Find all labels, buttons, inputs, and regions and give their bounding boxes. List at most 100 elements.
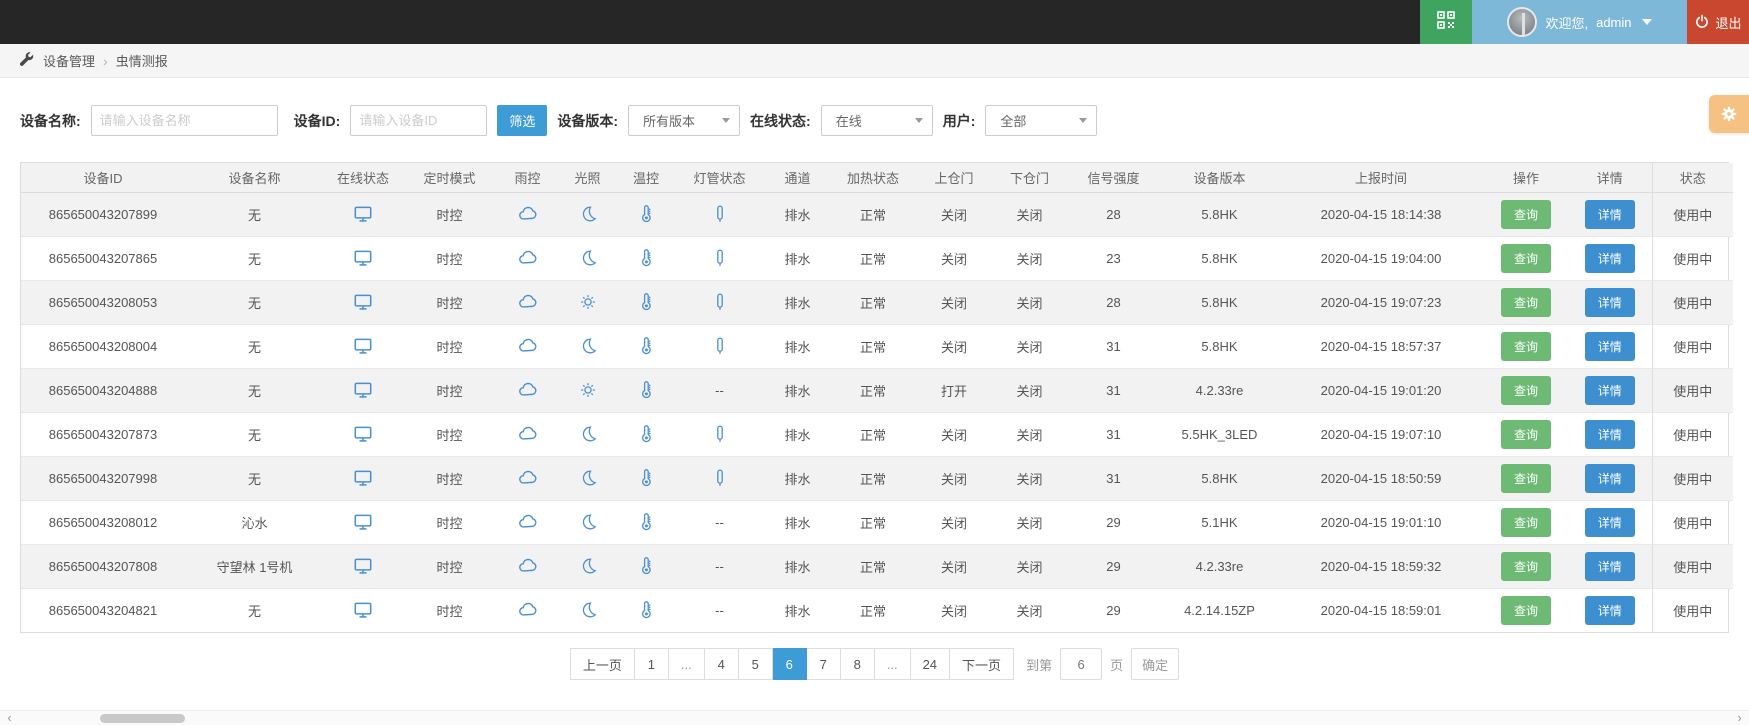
device-name-input[interactable] bbox=[90, 105, 278, 136]
goto-confirm-button[interactable]: 确定 bbox=[1131, 648, 1180, 680]
page-number-button[interactable]: 7 bbox=[806, 648, 841, 680]
monitor-icon bbox=[352, 423, 374, 445]
query-button[interactable]: 查询 bbox=[1500, 243, 1551, 273]
query-button[interactable]: 查询 bbox=[1500, 331, 1551, 361]
thermometer-icon bbox=[636, 468, 656, 488]
timer-mode-cell: 时控 bbox=[402, 456, 497, 501]
settings-tab-button[interactable] bbox=[1709, 95, 1749, 133]
signal-strength-cell: 31 bbox=[1066, 412, 1161, 457]
detail-button[interactable]: 详情 bbox=[1584, 507, 1635, 537]
query-button[interactable]: 查询 bbox=[1500, 287, 1551, 317]
breadcrumb-item[interactable]: 设备管理 bbox=[43, 51, 95, 70]
device-version-cell: 5.8HK bbox=[1161, 280, 1278, 325]
detail-button[interactable]: 详情 bbox=[1584, 463, 1635, 493]
prev-page-button[interactable]: 上一页 bbox=[569, 648, 635, 680]
scroll-right-arrow-icon[interactable]: › bbox=[1732, 711, 1747, 725]
signal-strength-cell: 31 bbox=[1066, 368, 1161, 413]
upper-door-cell: 关闭 bbox=[915, 500, 993, 545]
table-row: 865650043204821 无 时控 -- 排水 正常 关闭 关闭 29 4… bbox=[21, 588, 1733, 632]
page-number-button[interactable]: 5 bbox=[738, 648, 773, 680]
column-header: 加热状态 bbox=[831, 163, 915, 193]
signal-strength-cell: 28 bbox=[1066, 192, 1161, 237]
logout-button[interactable]: 退出 bbox=[1687, 0, 1749, 44]
report-time-cell: 2020-04-15 18:59:32 bbox=[1278, 544, 1484, 589]
table-row: 865650043208012 沁水 时控 -- 排水 正常 关闭 关闭 29 … bbox=[21, 500, 1733, 545]
page-number-button[interactable]: 4 bbox=[704, 648, 739, 680]
power-icon bbox=[1694, 13, 1710, 32]
detail-button[interactable]: 详情 bbox=[1584, 419, 1635, 449]
device-id-cell: 865650043204888 bbox=[21, 368, 185, 413]
column-header: 下仓门 bbox=[993, 163, 1066, 193]
lower-door-cell: 关闭 bbox=[993, 412, 1066, 457]
query-button[interactable]: 查询 bbox=[1500, 463, 1551, 493]
page-number-button[interactable]: 8 bbox=[840, 648, 875, 680]
device-id-cell: 865650043207873 bbox=[21, 412, 185, 457]
online-status-value: 在线 bbox=[835, 114, 862, 129]
column-header: 雨控 bbox=[497, 163, 558, 193]
scroll-left-arrow-icon[interactable]: ‹ bbox=[2, 711, 17, 725]
welcome-text: 欢迎您, bbox=[1545, 15, 1589, 31]
page-number-button[interactable]: 24 bbox=[910, 648, 951, 680]
channel-cell: 排水 bbox=[784, 603, 811, 619]
lower-door-cell: 关闭 bbox=[993, 500, 1066, 545]
online-status-select[interactable]: 在线 bbox=[820, 105, 933, 136]
detail-button[interactable]: 详情 bbox=[1584, 243, 1635, 273]
lamp-status-cell bbox=[675, 324, 764, 369]
device-id-cell: 865650043207899 bbox=[21, 192, 185, 237]
upper-door-cell: 关闭 bbox=[915, 236, 993, 281]
query-button[interactable]: 查询 bbox=[1500, 199, 1551, 229]
query-button[interactable]: 查询 bbox=[1500, 419, 1551, 449]
detail-button[interactable]: 详情 bbox=[1584, 199, 1635, 229]
detail-button[interactable]: 详情 bbox=[1584, 551, 1635, 581]
column-header: 通道 bbox=[764, 163, 831, 193]
table-row: 865650043207899 无 时控 排水 正常 关闭 关闭 28 5.8H… bbox=[21, 192, 1733, 237]
timer-mode-cell: 时控 bbox=[436, 603, 463, 619]
monitor-icon bbox=[352, 599, 374, 621]
lower-door-cell: 关闭 bbox=[993, 236, 1066, 281]
thermometer-icon bbox=[636, 292, 656, 312]
device-version-select[interactable]: 所有版本 bbox=[628, 105, 741, 136]
lamp-tube-icon bbox=[710, 424, 730, 444]
goto-page-input[interactable] bbox=[1060, 648, 1103, 680]
column-header: 设备名称 bbox=[185, 163, 324, 193]
column-header: 上报时间 bbox=[1278, 163, 1484, 193]
chevron-down-icon bbox=[722, 118, 731, 123]
filter-button[interactable]: 筛选 bbox=[497, 105, 548, 136]
heating-status-cell: 正常 bbox=[831, 500, 915, 545]
timer-mode-cell: 时控 bbox=[402, 192, 497, 237]
page-ellipsis: ... bbox=[874, 648, 911, 680]
user-menu[interactable]: 欢迎您, admin bbox=[1472, 0, 1687, 44]
query-button[interactable]: 查询 bbox=[1500, 551, 1551, 581]
table-row: 865650043207873 无 时控 排水 正常 关闭 关闭 31 5.5H… bbox=[21, 412, 1733, 457]
detail-button[interactable]: 详情 bbox=[1584, 287, 1635, 317]
status-cell: 使用中 bbox=[1651, 324, 1733, 369]
page-number-button[interactable]: 1 bbox=[634, 648, 669, 680]
goto-page-group: 到第 页 确定 bbox=[1026, 648, 1180, 680]
query-button[interactable]: 查询 bbox=[1500, 595, 1551, 625]
heating-status-cell: 正常 bbox=[831, 544, 915, 589]
device-id-input[interactable] bbox=[350, 105, 488, 136]
cloud-icon bbox=[517, 555, 539, 577]
device-version-cell: 5.8HK bbox=[1161, 192, 1278, 237]
page-number-button[interactable]: 6 bbox=[772, 648, 807, 680]
sun-icon bbox=[578, 380, 598, 400]
detail-button[interactable]: 详情 bbox=[1584, 375, 1635, 405]
table-row: 865650043208004 无 时控 排水 正常 关闭 关闭 31 5.8H… bbox=[21, 324, 1733, 369]
report-time-cell: 2020-04-15 19:01:10 bbox=[1278, 500, 1484, 545]
moon-icon bbox=[578, 512, 598, 532]
horizontal-scrollbar: ‹ › bbox=[0, 710, 1749, 725]
monitor-icon bbox=[352, 203, 374, 225]
query-button[interactable]: 查询 bbox=[1500, 507, 1551, 537]
qr-code-button[interactable] bbox=[1420, 0, 1472, 44]
lower-door-cell: 关闭 bbox=[993, 280, 1066, 325]
detail-button[interactable]: 详情 bbox=[1584, 331, 1635, 361]
scrollbar-thumb[interactable] bbox=[100, 714, 185, 723]
user-filter-select[interactable]: 全部 bbox=[985, 105, 1098, 136]
next-page-button[interactable]: 下一页 bbox=[950, 648, 1015, 680]
detail-button[interactable]: 详情 bbox=[1584, 595, 1635, 625]
monitor-icon bbox=[352, 247, 374, 269]
query-button[interactable]: 查询 bbox=[1500, 375, 1551, 405]
cloud-icon bbox=[517, 599, 539, 621]
column-header: 定时模式 bbox=[402, 163, 497, 193]
monitor-icon bbox=[352, 291, 374, 313]
